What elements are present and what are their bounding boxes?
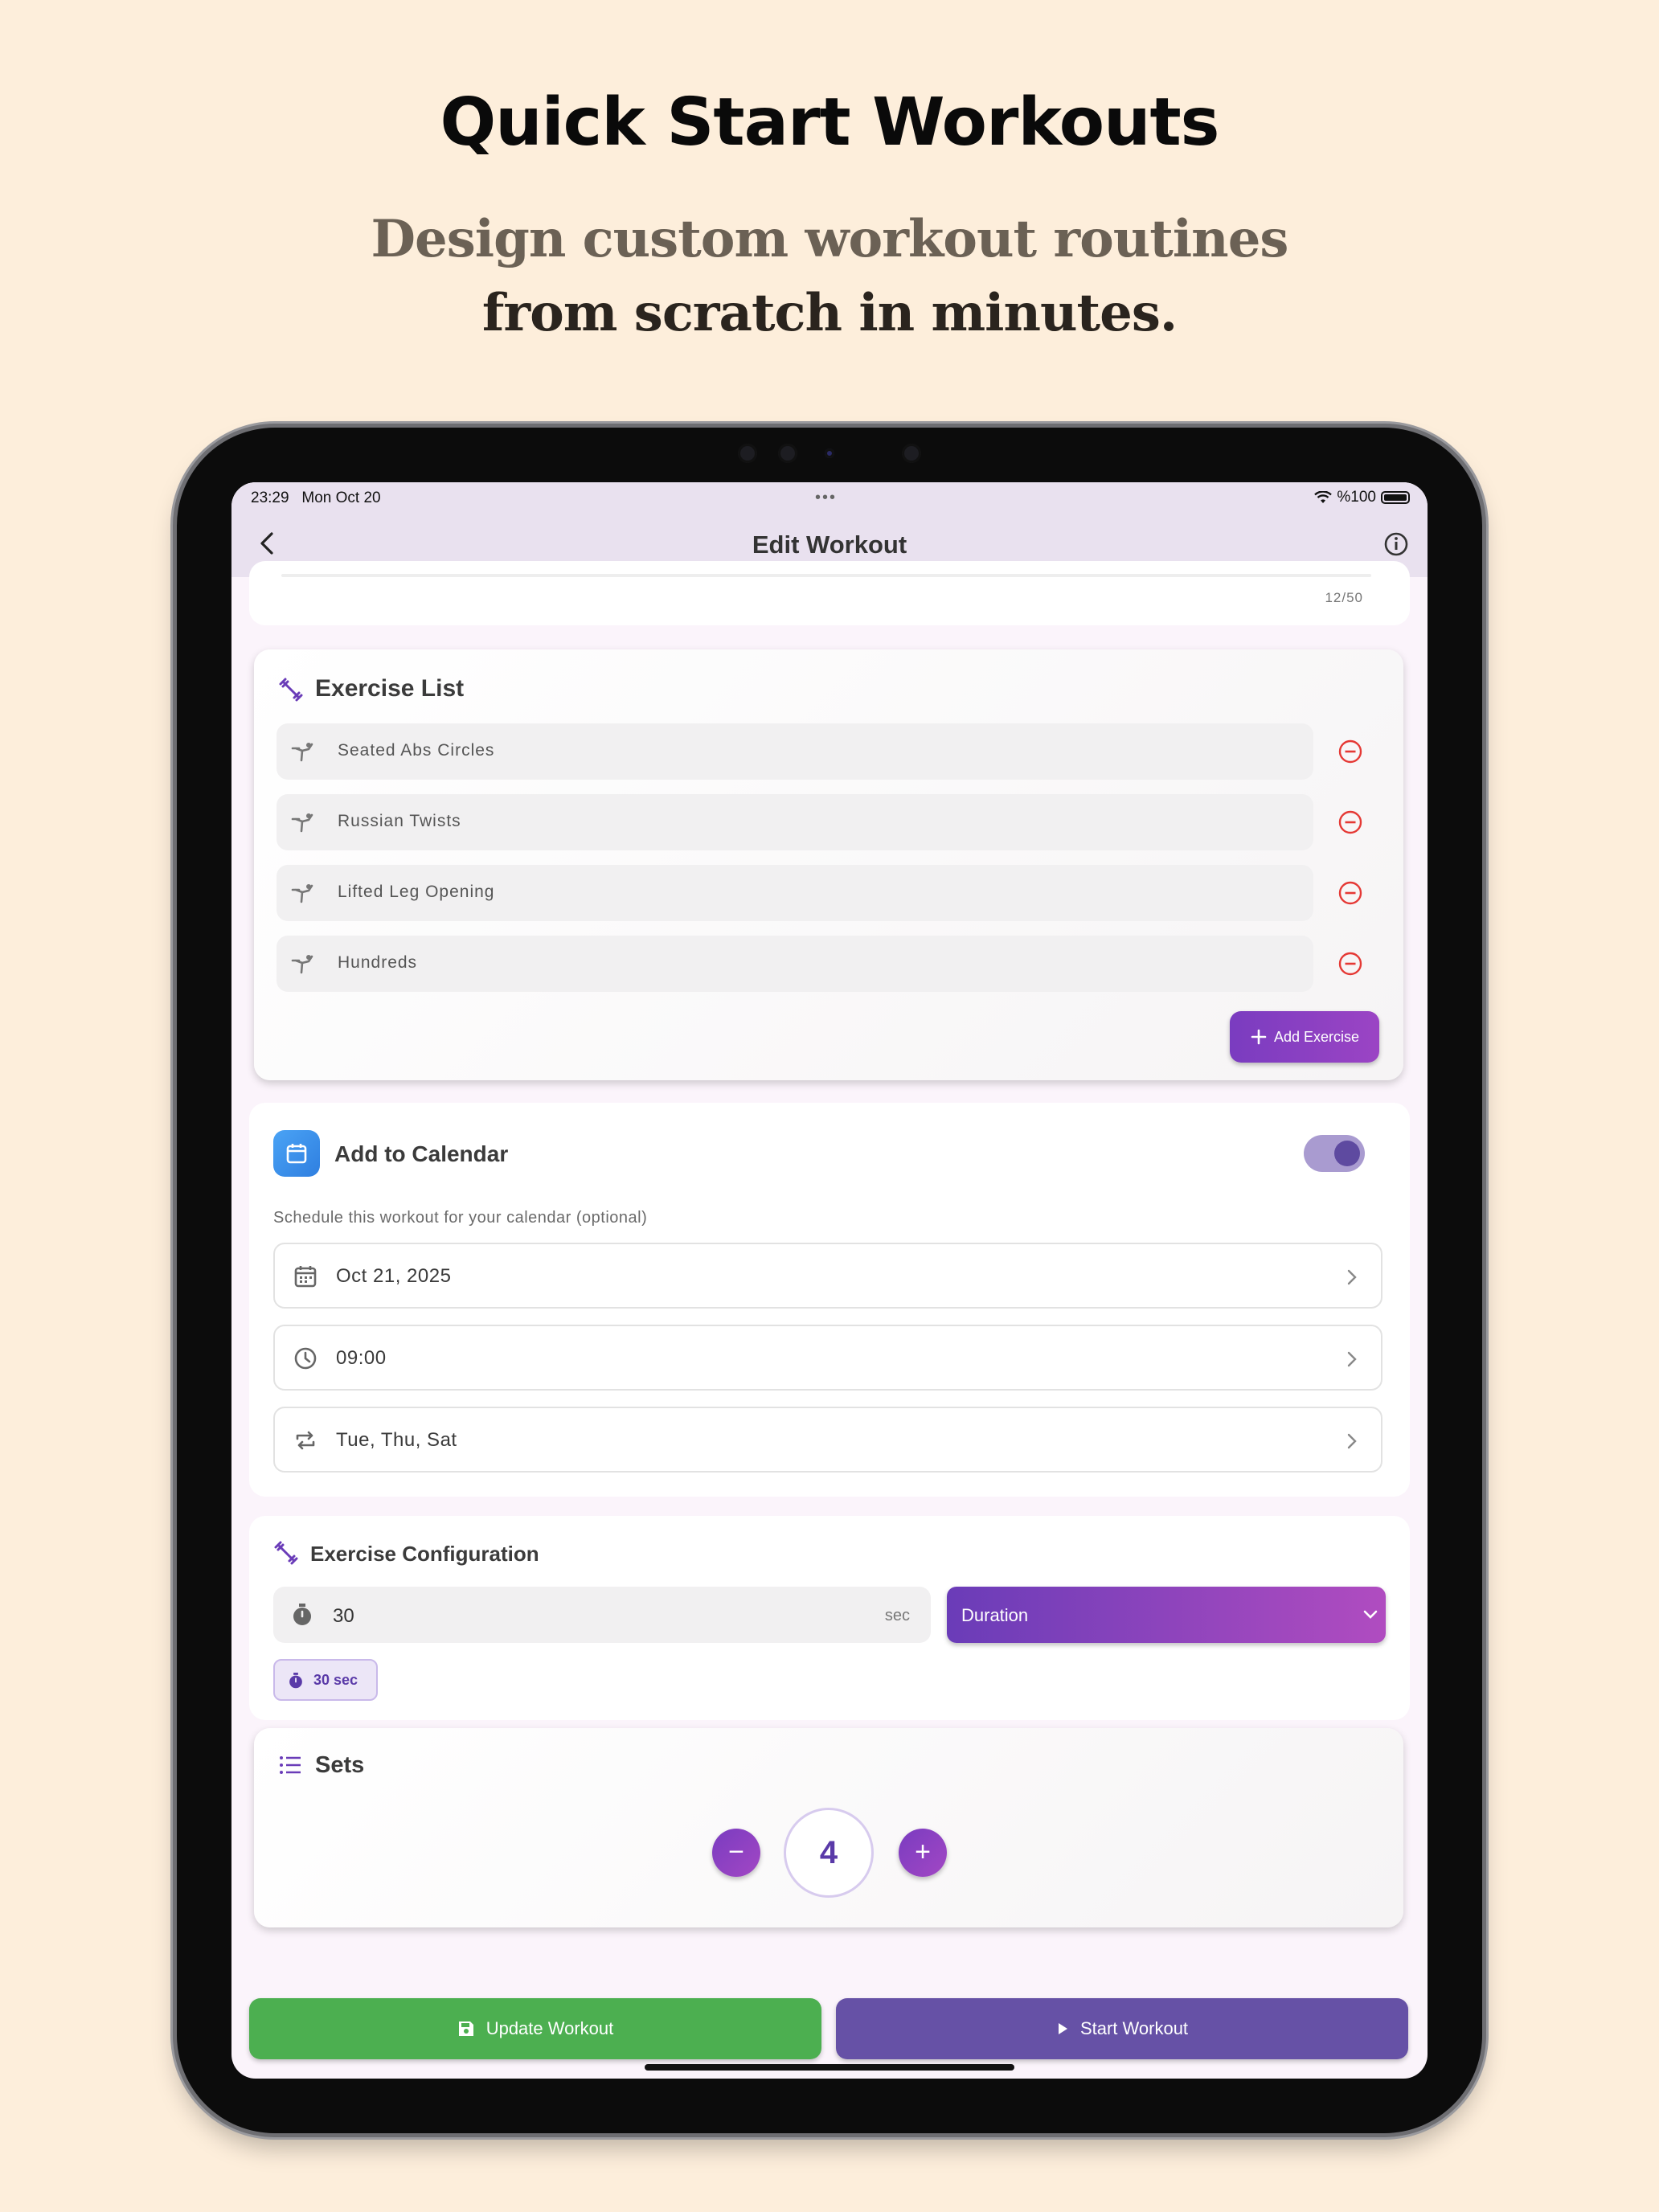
decrement-sets-button[interactable]: − xyxy=(712,1829,760,1877)
char-counter: 12/50 xyxy=(1325,590,1363,605)
exercise-label: Seated Abs Circles xyxy=(338,741,495,760)
exercise-label: Hundreds xyxy=(338,953,418,972)
remove-circle-icon[interactable] xyxy=(1337,809,1363,835)
exercise-item[interactable]: Russian Twists xyxy=(276,794,1313,850)
plus-icon xyxy=(1251,1029,1267,1045)
status-date: Mon Oct 20 xyxy=(301,490,381,506)
battery-percent: %100 xyxy=(1337,489,1376,506)
tablet-side-button xyxy=(1481,547,1488,579)
chevron-down-icon xyxy=(1363,1610,1378,1619)
calendar-toggle[interactable] xyxy=(1304,1135,1365,1172)
start-workout-button[interactable]: Start Workout xyxy=(836,1998,1408,2059)
sensor-icon xyxy=(778,444,797,463)
stopwatch-icon xyxy=(289,1673,302,1689)
info-circle-icon[interactable] xyxy=(1382,530,1410,558)
multitask-dots-icon[interactable]: ••• xyxy=(815,489,837,507)
tablet-volume-down xyxy=(1481,672,1488,736)
calendar-badge xyxy=(273,1130,320,1177)
battery-icon xyxy=(1381,491,1410,504)
exercise-list-card: Exercise List Seated Abs Circles Russian… xyxy=(254,649,1403,1080)
camera-icon xyxy=(825,449,834,458)
mode-value: Duration xyxy=(961,1605,1029,1625)
duration-value: 30 xyxy=(333,1605,354,1627)
status-bar: 23:29 Mon Oct 20 ••• %100 xyxy=(231,482,1428,513)
wifi-icon xyxy=(1314,491,1333,503)
date-picker-field[interactable]: Oct 21, 2025 xyxy=(273,1243,1382,1309)
exercise-item[interactable]: Lifted Leg Opening xyxy=(276,865,1313,921)
duration-input[interactable]: 30 sec xyxy=(273,1587,931,1643)
exercise-label: Lifted Leg Opening xyxy=(338,883,495,901)
plus-icon: + xyxy=(915,1837,931,1867)
subhead-line-1: Design custom workout routines xyxy=(371,209,1289,269)
repeat-value: Tue, Thu, Sat xyxy=(336,1429,457,1451)
status-time: 23:29 Mon Oct 20 xyxy=(251,490,381,507)
increment-sets-button[interactable]: + xyxy=(899,1829,947,1877)
sets-card: Sets − 4 + xyxy=(254,1728,1403,1927)
chevron-right-icon xyxy=(1347,1351,1357,1367)
exercise-figure-icon xyxy=(291,955,313,974)
start-workout-label: Start Workout xyxy=(1079,2018,1189,2038)
exercise-item[interactable]: Seated Abs Circles xyxy=(276,723,1313,780)
exercise-label: Russian Twists xyxy=(338,812,461,830)
exercise-item[interactable]: Hundreds xyxy=(276,936,1313,992)
scroll-content[interactable]: 12/50 Exercise List Seated Abs Circles R… xyxy=(231,561,1428,2079)
calendar-card: Add to Calendar Schedule this workout fo… xyxy=(249,1103,1410,1497)
workout-name-card: 12/50 xyxy=(249,561,1410,625)
chevron-right-icon xyxy=(1347,1269,1357,1285)
update-workout-button[interactable]: Update Workout xyxy=(249,1998,821,2059)
sets-count: 4 xyxy=(784,1808,874,1898)
page-title: Edit Workout xyxy=(752,530,907,559)
marketing-headline: Quick Start Workouts xyxy=(440,84,1219,161)
add-exercise-label: Add Exercise xyxy=(1273,1028,1360,1045)
chevron-right-icon xyxy=(1347,1433,1357,1449)
exercise-figure-icon xyxy=(291,743,313,762)
home-indicator[interactable] xyxy=(645,2064,1014,2071)
mode-dropdown[interactable]: Duration xyxy=(947,1587,1386,1643)
time-value: 09:00 xyxy=(336,1347,387,1369)
dumbbell-icon xyxy=(274,1541,298,1565)
date-value: Oct 21, 2025 xyxy=(336,1265,452,1287)
subhead-line-2: from scratch in minutes. xyxy=(481,283,1178,343)
clock-icon xyxy=(294,1347,317,1370)
stopwatch-icon xyxy=(293,1604,311,1625)
update-workout-label: Update Workout xyxy=(485,2018,614,2038)
exercise-figure-icon xyxy=(291,813,313,833)
sensor-icon xyxy=(738,444,757,463)
app-screen: 23:29 Mon Oct 20 ••• %100 Edit Workout 1… xyxy=(231,482,1428,2079)
exercise-config-title: Exercise Configuration xyxy=(310,1542,539,1566)
exercise-list-title: Exercise List xyxy=(315,675,465,702)
list-icon xyxy=(280,1756,301,1774)
calendar-title: Add to Calendar xyxy=(334,1141,509,1166)
name-field-underline[interactable] xyxy=(281,574,1371,577)
status-clock: 23:29 xyxy=(251,490,289,506)
remove-circle-icon[interactable] xyxy=(1337,951,1363,977)
minus-icon: − xyxy=(728,1837,744,1867)
dumbbell-icon xyxy=(279,678,303,702)
exercise-figure-icon xyxy=(291,884,313,903)
remove-circle-icon[interactable] xyxy=(1337,739,1363,764)
duration-chip-label: 30 sec xyxy=(313,1672,358,1688)
status-right: %100 xyxy=(1314,489,1410,506)
sets-title: Sets xyxy=(315,1752,365,1778)
time-picker-field[interactable]: 09:00 xyxy=(273,1325,1382,1391)
repeat-picker-field[interactable]: Tue, Thu, Sat xyxy=(273,1407,1382,1473)
exercise-config-card: Exercise Configuration 30 sec Duration 3… xyxy=(249,1516,1410,1720)
marketing-subhead: Design custom workout routines from scra… xyxy=(0,203,1659,350)
tablet-volume-up xyxy=(1481,595,1488,659)
calendar-description: Schedule this workout for your calendar … xyxy=(273,1209,648,1227)
repeat-icon xyxy=(296,1431,315,1450)
add-exercise-button[interactable]: Add Exercise xyxy=(1230,1011,1379,1063)
sensor-icon xyxy=(902,444,921,463)
calendar-icon xyxy=(286,1144,307,1164)
toggle-knob xyxy=(1334,1141,1360,1166)
remove-circle-icon[interactable] xyxy=(1337,880,1363,906)
play-icon xyxy=(1058,2023,1067,2034)
calendar-icon xyxy=(294,1266,317,1288)
duration-chip: 30 sec xyxy=(273,1659,378,1701)
duration-unit: sec xyxy=(884,1607,910,1624)
save-icon xyxy=(458,2022,473,2036)
